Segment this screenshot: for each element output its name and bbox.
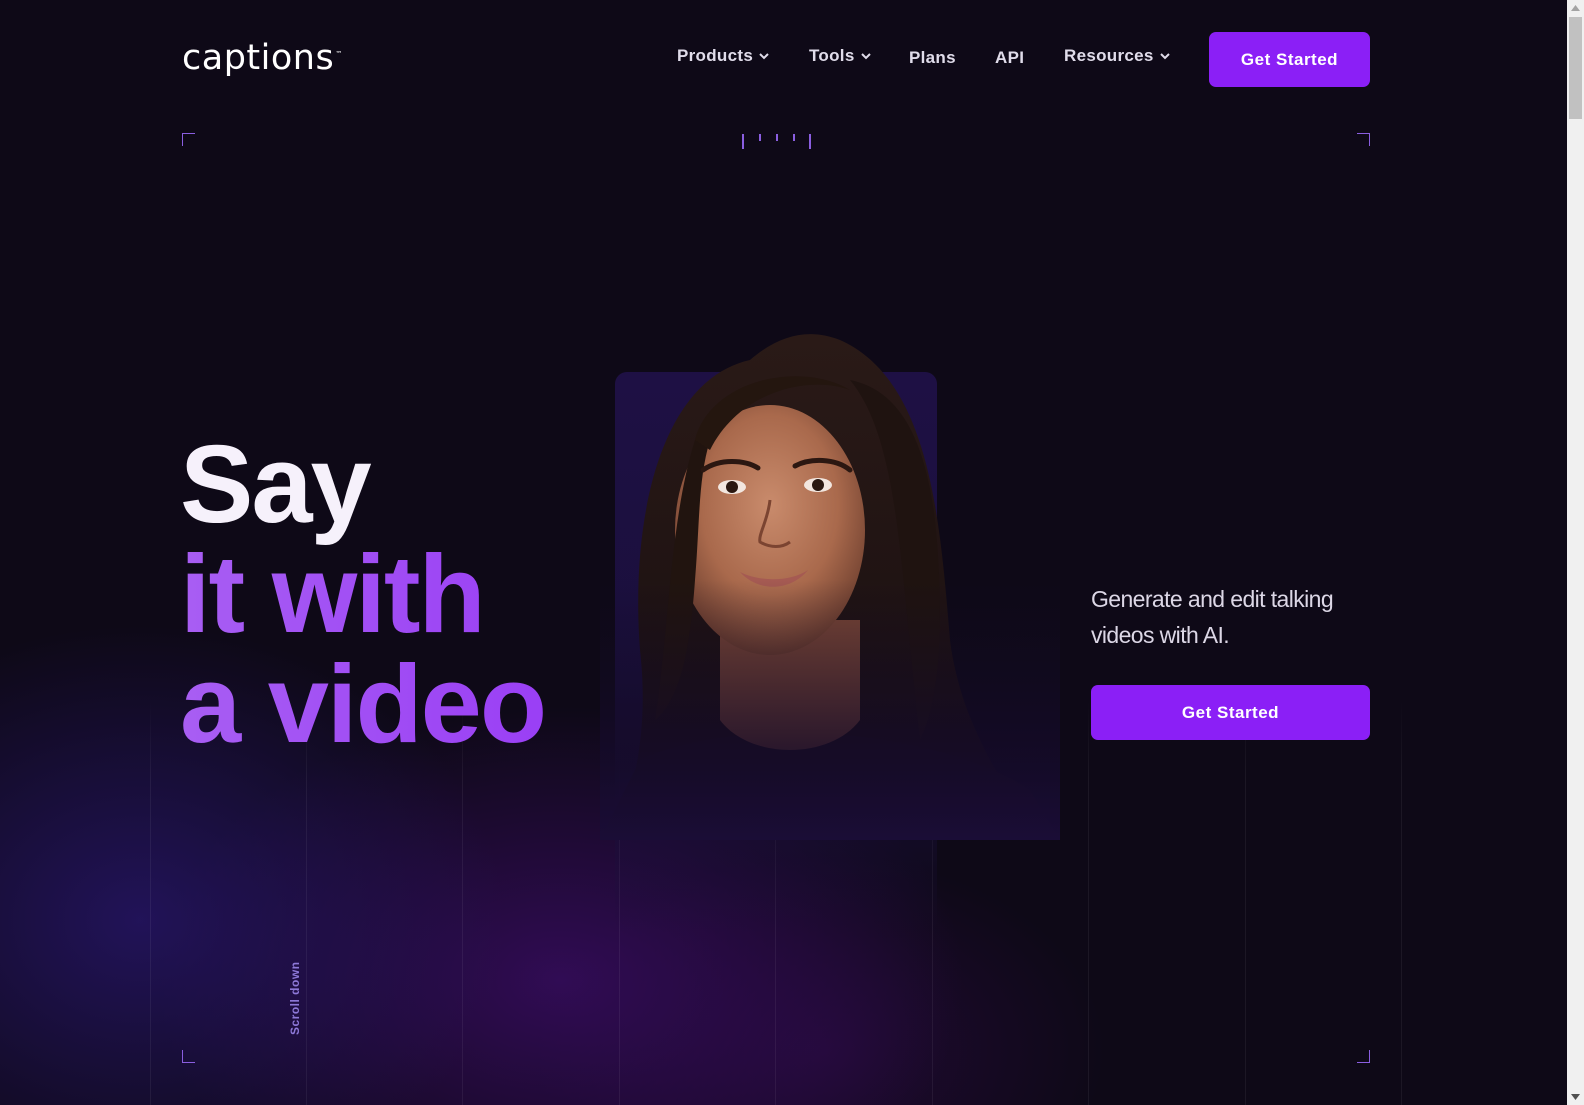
ruler-tick bbox=[776, 134, 778, 141]
hero-headline: Say it with a video bbox=[180, 423, 547, 766]
frame-corner-bottom-right bbox=[1357, 1050, 1370, 1063]
frame-corner-top-right bbox=[1357, 133, 1370, 146]
chevron-down-icon bbox=[860, 53, 871, 60]
chevron-down-icon bbox=[759, 53, 769, 60]
presenter-portrait bbox=[600, 334, 1060, 840]
hero-get-started-button[interactable]: Get Started bbox=[1091, 685, 1370, 740]
nav-tools[interactable]: Tools bbox=[809, 46, 872, 66]
headline-line-2: it with bbox=[180, 540, 545, 650]
logo-text: captions bbox=[182, 38, 335, 78]
headline-line-1: Say bbox=[180, 423, 372, 546]
grid-line bbox=[1401, 700, 1402, 1105]
ruler-tick bbox=[793, 134, 795, 141]
nav-products-label: Products bbox=[677, 46, 754, 65]
grid-line bbox=[1245, 700, 1246, 1105]
grid-line bbox=[1088, 700, 1089, 1105]
frame-corner-top-left bbox=[182, 133, 195, 146]
chevron-down-icon bbox=[1159, 53, 1170, 60]
nav-api-label: API bbox=[995, 48, 1025, 67]
scrollbar-thumb[interactable] bbox=[1569, 17, 1582, 119]
ruler-tick bbox=[759, 134, 761, 141]
headline-line-3: a video bbox=[180, 643, 547, 766]
nav-plans-label: Plans bbox=[909, 48, 956, 67]
page: captions™ Products Tools Plans API Resou… bbox=[0, 0, 1567, 1105]
nav-plans[interactable]: Plans bbox=[909, 48, 956, 68]
page-scrollbar[interactable] bbox=[1567, 0, 1584, 1105]
nav-resources-label: Resources bbox=[1064, 46, 1154, 65]
ruler-tick bbox=[742, 134, 744, 149]
captions-logo[interactable]: captions™ bbox=[182, 36, 343, 80]
trademark-mark: ™ bbox=[335, 50, 343, 58]
nav-products[interactable]: Products bbox=[677, 46, 770, 66]
nav-resources[interactable]: Resources bbox=[1064, 46, 1171, 66]
nav-api[interactable]: API bbox=[995, 48, 1024, 68]
ruler-tick bbox=[809, 134, 811, 149]
grid-line bbox=[150, 700, 151, 1105]
scroll-down-hint[interactable]: Scroll down bbox=[288, 961, 302, 1035]
scroll-down-arrow-icon[interactable] bbox=[1567, 1089, 1584, 1105]
frame-corner-bottom-left bbox=[182, 1050, 195, 1063]
nav-get-started-button[interactable]: Get Started bbox=[1209, 32, 1370, 87]
scroll-up-arrow-icon[interactable] bbox=[1567, 0, 1584, 16]
nav-tools-label: Tools bbox=[809, 46, 855, 65]
hero-subcopy: Generate and edit talking videos with AI… bbox=[1091, 586, 1334, 648]
